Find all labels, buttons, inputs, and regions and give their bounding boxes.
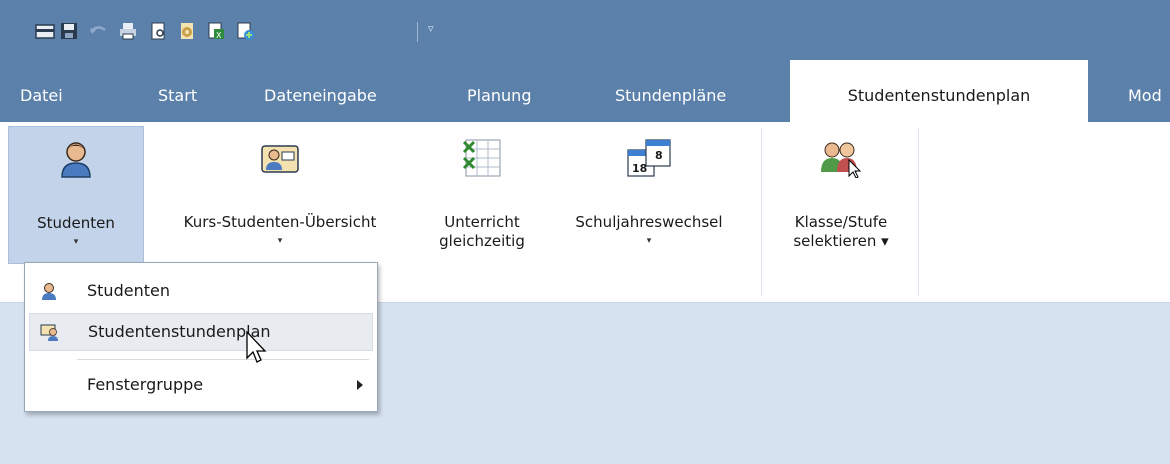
tab-studentenstundenplan[interactable]: Studentenstundenplan xyxy=(790,60,1088,122)
studenten-dropdown-menu: Studenten Studentenstundenplan Fenstergr… xyxy=(24,262,378,412)
ribbon-tabs: Datei Start Dateneingabe Planung Stunden… xyxy=(0,60,1170,122)
student-icon xyxy=(42,283,56,300)
menu-item-studenten[interactable]: Studenten xyxy=(29,273,371,309)
gleichzeitig-label: gleichzeitig xyxy=(439,232,525,250)
chevron-down-icon: ▾ xyxy=(277,236,283,246)
selektieren-label: selektieren ▾ xyxy=(793,232,889,250)
folder-open-icon[interactable] xyxy=(34,20,56,42)
tab-mod[interactable]: Mod xyxy=(1128,60,1162,122)
save-icon[interactable] xyxy=(58,20,80,42)
quick-access-toolbar: X ▿ xyxy=(0,0,1170,60)
calendar-day-b: 8 xyxy=(655,149,663,162)
calendar-icon: 18 8 xyxy=(627,139,671,177)
menu-item-label: Studentenstundenplan xyxy=(88,322,271,341)
klasse-stufe-selektieren-button[interactable]: Klasse/Stufe selektieren ▾ xyxy=(768,126,914,262)
chevron-down-icon: ▾ xyxy=(73,237,79,247)
tab-start[interactable]: Start xyxy=(158,60,197,122)
klasse-stufe-label: Klasse/Stufe xyxy=(794,213,888,231)
print-preview-icon[interactable] xyxy=(147,20,169,42)
schuljahreswechsel-label: Schuljahreswechsel xyxy=(575,213,723,231)
menu-item-label: Studenten xyxy=(87,281,170,300)
kurs-studenten-uebersicht-button[interactable]: Kurs-Studenten-Übersicht ▾ xyxy=(145,126,415,262)
print-icon[interactable] xyxy=(117,20,139,42)
group-select-icon xyxy=(821,142,862,178)
tab-datei[interactable]: Datei xyxy=(20,60,63,122)
toolbar-separator xyxy=(417,22,418,42)
menu-item-studentenstundenplan[interactable]: Studentenstundenplan xyxy=(29,313,373,351)
submenu-arrow-icon xyxy=(357,380,363,390)
html-export-icon[interactable] xyxy=(234,20,256,42)
course-overview-icon xyxy=(261,145,299,173)
menu-item-label: Fenstergruppe xyxy=(87,375,204,394)
studenten-button[interactable]: Studenten ▾ xyxy=(8,126,144,264)
schuljahreswechsel-button[interactable]: 18 8 Schuljahreswechsel ▾ xyxy=(545,126,753,262)
student-timetable-icon xyxy=(40,324,58,341)
undo-icon[interactable] xyxy=(87,20,109,42)
menu-separator xyxy=(77,359,369,360)
ribbon-group-separator xyxy=(761,128,762,296)
customize-toolbar-button[interactable]: ▿ xyxy=(428,22,434,35)
chevron-down-icon: ▾ xyxy=(646,236,652,246)
student-icon xyxy=(61,142,91,178)
studenten-label: Studenten xyxy=(37,214,115,232)
kurs-studenten-uebersicht-label: Kurs-Studenten-Übersicht xyxy=(183,213,377,231)
excel-export-icon[interactable]: X xyxy=(205,20,227,42)
menu-item-fenstergruppe[interactable]: Fenstergruppe xyxy=(29,367,371,403)
settings-icon[interactable] xyxy=(176,20,198,42)
calendar-day-a: 18 xyxy=(632,162,647,175)
tab-stundenplaene[interactable]: Stundenpläne xyxy=(615,60,726,122)
tab-dateneingabe[interactable]: Dateneingabe xyxy=(264,60,377,122)
svg-text:X: X xyxy=(216,31,222,40)
unterricht-label: Unterricht xyxy=(444,213,520,231)
tab-planung[interactable]: Planung xyxy=(467,60,531,122)
timetable-grid-icon xyxy=(462,139,501,177)
unterricht-gleichzeitig-button[interactable]: Unterricht gleichzeitig xyxy=(422,126,542,262)
ribbon-group-separator xyxy=(918,128,919,296)
